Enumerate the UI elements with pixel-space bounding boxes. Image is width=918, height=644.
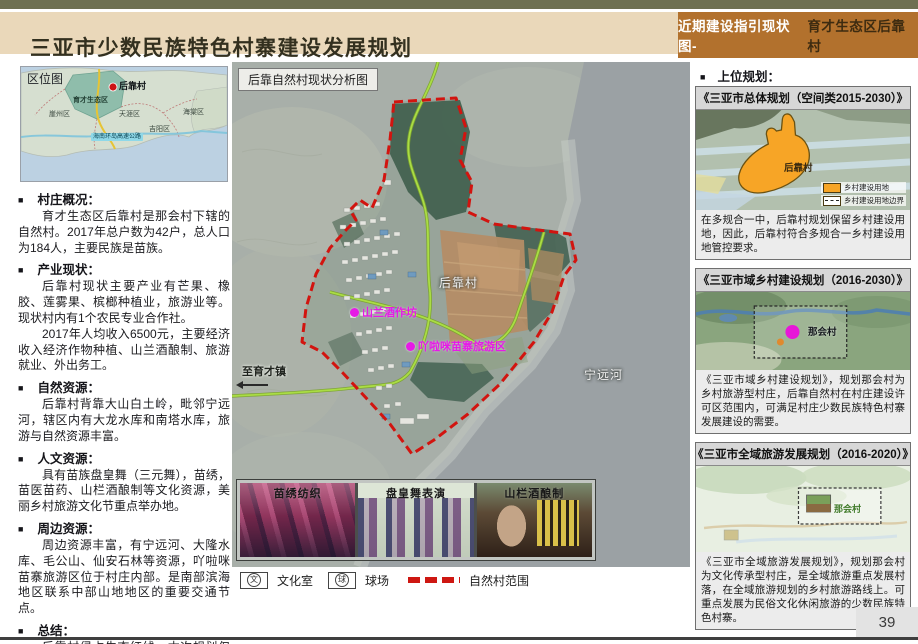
poi-label: 吖啦咪苗寨旅游区 bbox=[418, 338, 506, 354]
red-dashed-line-icon bbox=[408, 577, 460, 583]
square-bullet-icon: ■ bbox=[18, 265, 23, 275]
page-number: 39 bbox=[856, 607, 918, 637]
plan-box-title: 《三亚市总体规划（空间类2015-2030）》 bbox=[696, 87, 910, 110]
map-legend: 文 文化室 球 球场 自然村范围 bbox=[240, 570, 535, 590]
ball-court-symbol: 球 bbox=[328, 572, 356, 589]
plan-map-village-label: 那会村 bbox=[834, 502, 861, 515]
legend-label-village-boundary: 自然村范围 bbox=[469, 572, 529, 589]
section-heading-label: 人文资源： bbox=[37, 448, 100, 467]
legend-label-ball-court: 球场 bbox=[365, 572, 389, 589]
section-heading: ■ 村庄概况： bbox=[18, 189, 230, 208]
plan-map-village-label: 后靠村 bbox=[784, 160, 813, 174]
culture-room-symbol: 文 bbox=[240, 572, 268, 589]
plan-box-rural-construction: 《三亚市域乡村建设规划（2016-2030）》 那会村 《三亚市域乡村建设规划》… bbox=[695, 268, 911, 434]
square-bullet-icon: ■ bbox=[18, 524, 23, 534]
plan-map-graphic bbox=[696, 466, 910, 552]
plan-map-rural: 那会村 bbox=[696, 292, 910, 370]
map-road-label: 至育才镇 bbox=[242, 363, 286, 379]
section-paragraph: 后靠村侵占生态红线，本次规划仅丰富村庄文化活动，搬迁安置后按本次规划内容实施。 bbox=[18, 640, 230, 644]
section-heading: ■ 产业现状： bbox=[18, 259, 230, 278]
legend-label: 乡村建设用地 bbox=[844, 182, 889, 193]
square-bullet-icon: ■ bbox=[18, 195, 23, 205]
square-bullet-icon: ■ bbox=[700, 72, 705, 82]
bottom-rule bbox=[0, 637, 918, 640]
upper-plans-heading: ■ 上位规划： bbox=[700, 66, 780, 85]
plan-map-village-label: 那会村 bbox=[808, 324, 837, 338]
plan-map-legend: 乡村建设用地 乡村建设用地边界 bbox=[821, 182, 906, 206]
culture-room-icon: 文 bbox=[247, 573, 261, 587]
left-arrow-icon bbox=[238, 384, 268, 386]
poi-miao-village-tourism: 吖啦咪苗寨旅游区 bbox=[406, 338, 506, 354]
location-map-title: 区位图 bbox=[27, 70, 63, 87]
section-heading-label: 产业现状： bbox=[37, 259, 100, 278]
ball-court-icon: 球 bbox=[335, 573, 349, 587]
header-section-tag: 近期建设指引现状图-育才生态区后靠村 bbox=[678, 12, 918, 58]
section-heading: ■ 周边资源： bbox=[18, 518, 230, 537]
photo-strip: 苗绣纺织 盘皇舞表演 山栏酒酿制 bbox=[237, 480, 595, 560]
highway-label: 海南环岛高速公路 bbox=[91, 133, 143, 141]
section-heading-label: 自然资源： bbox=[37, 377, 100, 396]
district-label-yazhou: 崖州区 bbox=[49, 109, 70, 119]
plan-map-tourism: 那会村 bbox=[696, 466, 910, 552]
plan-box-text: 在多规合一中，后靠村规划保留乡村建设用地，因此，后靠村符合多规合一乡村建设用地管… bbox=[696, 210, 910, 259]
dashed-swatch-icon bbox=[823, 196, 841, 206]
plan-box-title: 《三亚市全域旅游发展规划（2016-2020）》 bbox=[696, 443, 910, 466]
poi-label: 山兰酒作坊 bbox=[362, 304, 417, 320]
section-paragraph: 后靠村背靠大山白土岭，毗邻宁远河，辖区内有大龙水库和南塔水库，旅游与自然资源丰富… bbox=[18, 397, 230, 444]
poi-dot-icon bbox=[350, 308, 359, 317]
square-bullet-icon: ■ bbox=[18, 454, 23, 464]
section-paragraph: 育才生态区后靠村是那会村下辖的自然村。2017年总户数为42户，总人口为184人… bbox=[18, 209, 230, 256]
satellite-map-title: 后靠自然村现状分析图 bbox=[238, 68, 378, 91]
section-heading-label: 村庄概况： bbox=[37, 189, 100, 208]
page-title: 三亚市少数民族特色村寨建设发展规划 bbox=[30, 32, 413, 62]
poi-dot-icon bbox=[406, 342, 415, 351]
district-label-haitang: 海棠区 bbox=[183, 107, 204, 117]
map-river-label: 宁远河 bbox=[584, 366, 623, 383]
orange-swatch-icon bbox=[823, 183, 841, 193]
square-bullet-icon: ■ bbox=[18, 383, 23, 393]
photo-label: 山栏酒酿制 bbox=[477, 485, 592, 501]
plan-map-graphic bbox=[696, 292, 910, 370]
section-paragraph: 周边资源丰富，有宁远河、大隆水库、毛公山、仙安石林等资源，吖啦咪苗寨旅游区位于村… bbox=[18, 538, 230, 617]
section-paragraph: 后靠村现状主要产业有芒果、橡胶、莲雾果、槟榔种植业，旅游业等。现状村内有1个农民… bbox=[18, 279, 230, 326]
photo-embroidery: 苗绣纺织 bbox=[240, 483, 355, 557]
district-label-tianya: 天涯区 bbox=[119, 109, 140, 119]
square-bullet-icon: ■ bbox=[18, 626, 23, 636]
plan-box-master-plan: 《三亚市总体规划（空间类2015-2030）》 后靠村 乡村建设用地 bbox=[695, 86, 911, 260]
legend-row-construction-land: 乡村建设用地 bbox=[821, 182, 906, 193]
map-village-label: 后靠村 bbox=[439, 274, 478, 291]
section-heading-label: 周边资源： bbox=[37, 518, 100, 537]
plan-map-master: 后靠村 乡村建设用地 乡村建设用地边界 bbox=[696, 110, 910, 210]
section-heading: ■ 人文资源： bbox=[18, 448, 230, 467]
district-label-jiyang: 吉阳区 bbox=[149, 124, 170, 134]
header-tag-prefix: 近期建设指引现状图- bbox=[678, 15, 807, 55]
legend-label: 乡村建设用地边界 bbox=[844, 195, 904, 206]
section-paragraph: 2017年人均收入6500元，主要经济收入经济作物种植、山兰酒酿制、旅游就业、外… bbox=[18, 327, 230, 374]
top-olive-strip bbox=[0, 0, 918, 9]
location-map-village-label: 后靠村 bbox=[119, 79, 146, 92]
upper-plans-heading-label: 上位规划： bbox=[717, 66, 780, 85]
plan-box-tourism-plan: 《三亚市全域旅游发展规划（2016-2020）》 那会村 《三亚市全域旅游发展规… bbox=[695, 442, 911, 630]
photo-wine-brewing: 山栏酒酿制 bbox=[477, 483, 592, 557]
section-paragraph: 具有苗族盘皇舞（三元舞），苗绣，苗医苗药、山栏酒酿制等文化资源，美丽乡村旅游文化… bbox=[18, 468, 230, 515]
poi-wine-workshop: 山兰酒作坊 bbox=[350, 304, 417, 320]
header-tag-suffix: 育才生态区后靠村 bbox=[807, 15, 918, 55]
legend-label-culture-room: 文化室 bbox=[277, 572, 313, 589]
district-label-yucai: 育才生态区 bbox=[73, 95, 108, 105]
photo-label: 盘皇舞表演 bbox=[358, 485, 473, 501]
photo-dance-performance: 盘皇舞表演 bbox=[358, 483, 473, 557]
plan-box-title: 《三亚市域乡村建设规划（2016-2030）》 bbox=[696, 269, 910, 292]
location-map: 区位图 后靠村 育才生态区 崖州区 天涯区 吉阳区 海棠区 海南环岛高速公路 bbox=[20, 66, 228, 182]
left-text-sections: ■ 村庄概况： 育才生态区后靠村是那会村下辖的自然村。2017年总户数为42户，总… bbox=[18, 186, 230, 644]
plan-document-page: 三亚市少数民族特色村寨建设发展规划 近期建设指引现状图-育才生态区后靠村 区位图… bbox=[0, 0, 918, 644]
legend-row-land-boundary: 乡村建设用地边界 bbox=[821, 195, 906, 206]
satellite-analysis-map: 后靠自然村现状分析图 后靠村 宁远河 至育才镇 山兰酒作坊 吖啦咪苗寨旅游区 苗… bbox=[232, 62, 690, 567]
photo-label: 苗绣纺织 bbox=[240, 485, 355, 501]
section-heading: ■ 自然资源： bbox=[18, 377, 230, 396]
plan-box-text: 《三亚市域乡村建设规划》，规划那会村为乡村旅游型村庄，后靠自然村在村庄建设许可区… bbox=[696, 370, 910, 433]
